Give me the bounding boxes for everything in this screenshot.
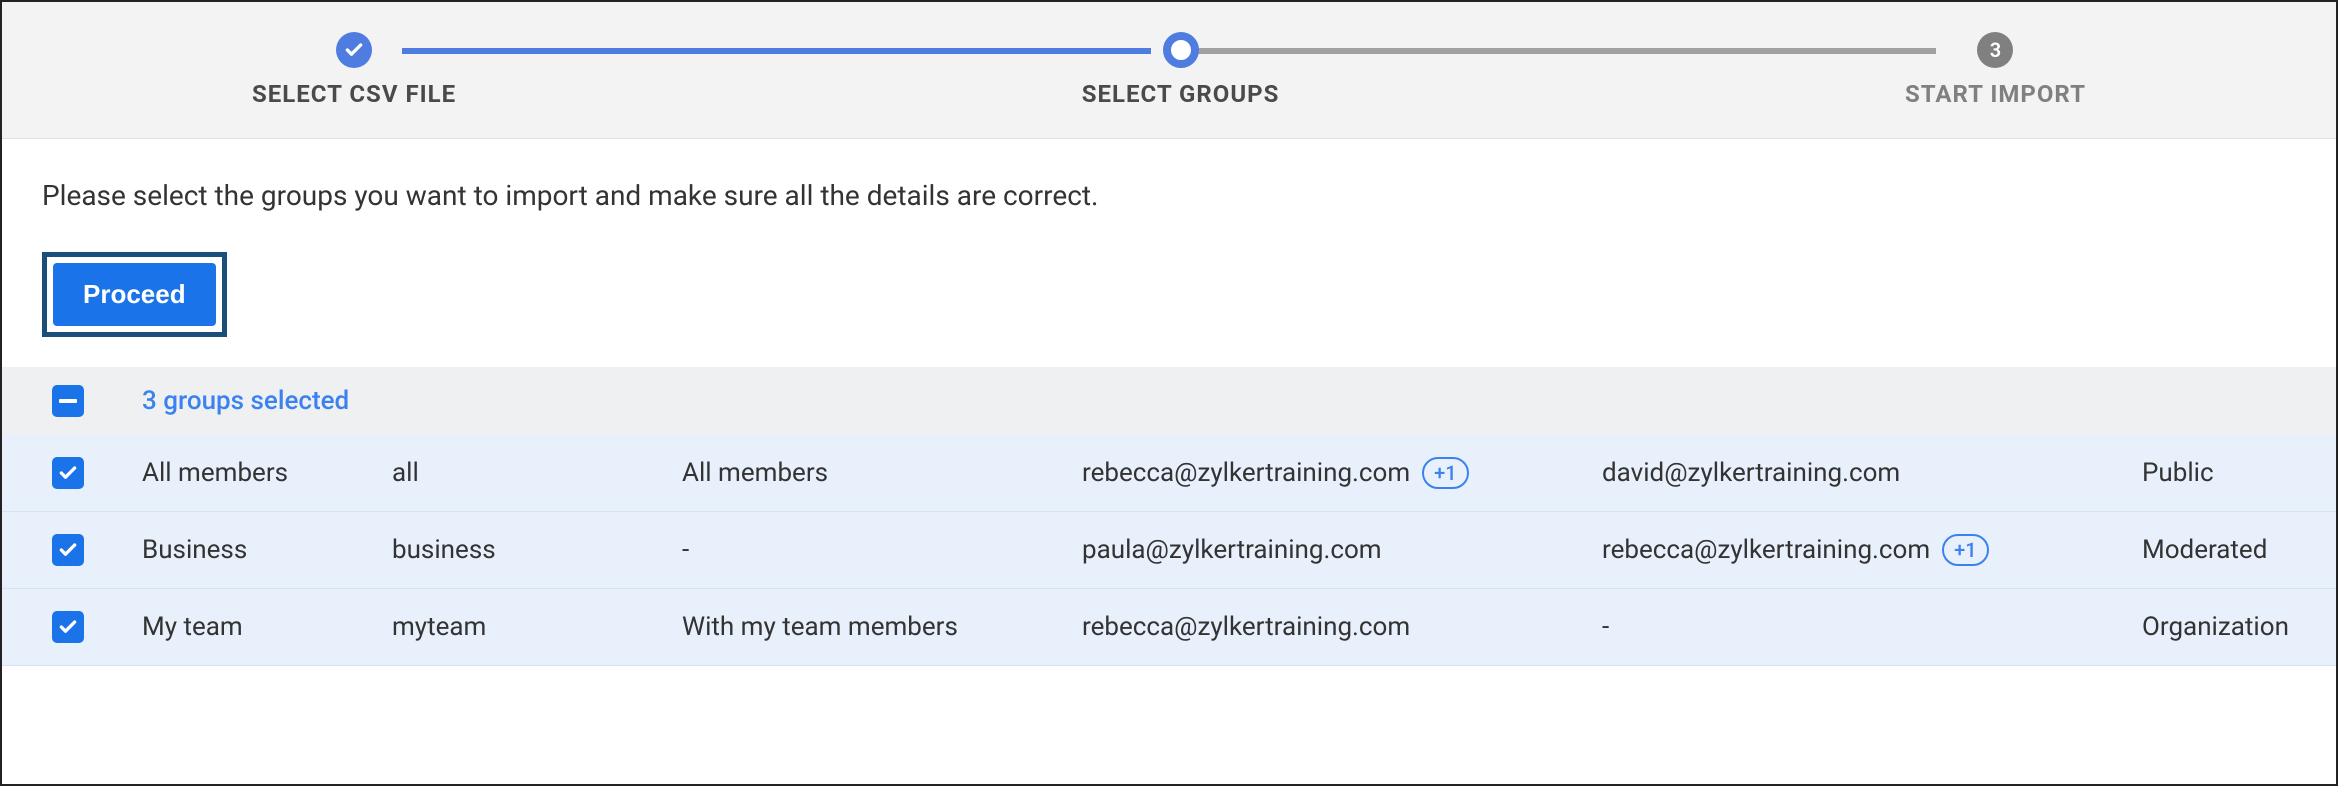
check-icon	[58, 540, 78, 560]
stepper-bar: SELECT CSV FILE SELECT GROUPS 3 START IM…	[2, 2, 2336, 139]
step-label: START IMPORT	[1905, 80, 2086, 108]
content-area: Please select the groups you want to imp…	[2, 139, 2336, 367]
group-name: Business	[142, 535, 392, 565]
select-all-checkbox[interactable]	[52, 385, 84, 417]
group-email-primary: paula@zylkertraining.com	[1082, 535, 1382, 565]
group-email-primary: rebecca@zylkertraining.com	[1082, 612, 1410, 642]
group-email-primary: rebecca@zylkertraining.com	[1082, 458, 1410, 488]
step-select-csv: SELECT CSV FILE	[252, 32, 456, 108]
step-circle-active	[1163, 32, 1199, 68]
group-access: Public	[2142, 458, 2286, 488]
row-checkbox[interactable]	[52, 534, 84, 566]
step-start-import: 3 START IMPORT	[1905, 32, 2086, 108]
table-row: All members all All members rebecca@zylk…	[2, 435, 2336, 512]
stepper: SELECT CSV FILE SELECT GROUPS 3 START IM…	[2, 32, 2336, 108]
step-circle-pending: 3	[1977, 32, 2013, 68]
stepper-connector-pending	[1187, 48, 1936, 54]
check-icon	[344, 40, 364, 60]
more-emails-badge[interactable]: +1	[1422, 457, 1468, 489]
step-label: SELECT GROUPS	[1082, 80, 1280, 108]
group-alias: myteam	[392, 612, 682, 642]
check-icon	[58, 617, 78, 637]
step-select-groups: SELECT GROUPS	[1082, 32, 1280, 108]
group-name: My team	[142, 612, 392, 642]
group-email-secondary: -	[1602, 612, 1609, 642]
table-row: My team myteam With my team members rebe…	[2, 589, 2336, 666]
row-checkbox[interactable]	[52, 611, 84, 643]
step-label: SELECT CSV FILE	[252, 80, 456, 108]
stepper-connector-completed	[402, 48, 1151, 54]
proceed-highlight: Proceed	[42, 252, 227, 337]
groups-table: 3 groups selected All members all All me…	[2, 367, 2336, 666]
group-alias: all	[392, 458, 682, 488]
step-circle-completed	[336, 32, 372, 68]
group-description: -	[682, 535, 1082, 565]
import-groups-window: SELECT CSV FILE SELECT GROUPS 3 START IM…	[0, 0, 2338, 786]
group-access: Moderated	[2142, 535, 2286, 565]
group-access: Organization	[2142, 612, 2289, 642]
proceed-button[interactable]: Proceed	[53, 263, 216, 326]
instruction-text: Please select the groups you want to imp…	[42, 179, 2296, 212]
selection-summary: 3 groups selected	[142, 386, 349, 416]
table-row: Business business - paula@zylkertraining…	[2, 512, 2336, 589]
check-icon	[58, 463, 78, 483]
table-selection-header: 3 groups selected	[2, 367, 2336, 435]
indeterminate-icon	[59, 399, 77, 403]
group-email-secondary: david@zylkertraining.com	[1602, 458, 1900, 488]
group-email-secondary: rebecca@zylkertraining.com	[1602, 535, 1930, 565]
step-number: 3	[1990, 38, 2001, 62]
group-description: With my team members	[682, 612, 1082, 642]
group-alias: business	[392, 535, 682, 565]
group-description: All members	[682, 458, 1082, 488]
row-checkbox[interactable]	[52, 457, 84, 489]
more-emails-badge[interactable]: +1	[1942, 534, 1988, 566]
group-name: All members	[142, 458, 392, 488]
